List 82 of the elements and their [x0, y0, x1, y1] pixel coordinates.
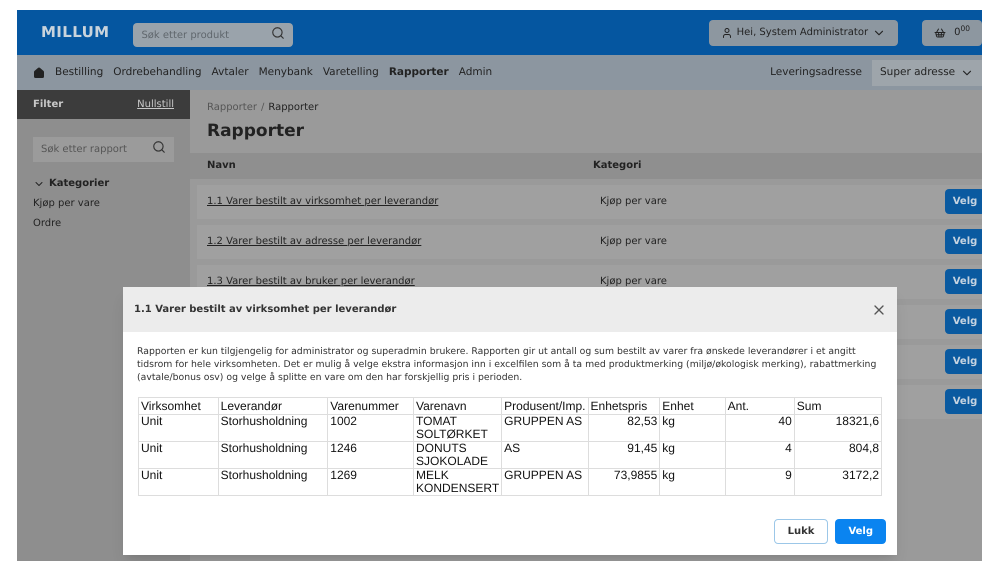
nav-link[interactable]: Rapporter: [388, 64, 449, 80]
select-button[interactable]: Velg: [945, 269, 982, 294]
table-column-header: Enhet: [660, 398, 726, 414]
user-icon: [720, 26, 733, 38]
basket-icon: [934, 26, 946, 38]
table-cell: Unit: [138, 442, 218, 468]
table-cell: kg: [660, 414, 726, 442]
table-cell: 4: [725, 442, 794, 468]
table-cell: 18321,6: [794, 414, 882, 442]
delivery-select[interactable]: Super adresse: [872, 60, 982, 86]
category-toggle[interactable]: Kategorier: [33, 176, 110, 191]
table-cell: 91,45: [588, 442, 660, 468]
nav-link[interactable]: Ordrebehandling: [113, 64, 202, 80]
report-link[interactable]: 1.2 Varer bestilt av adresse per leverandør: [207, 236, 422, 247]
column-header: Kategori: [593, 159, 642, 173]
table-cell: 1002: [328, 414, 414, 442]
table-cell: Unit: [138, 414, 218, 442]
table-cell: 1246: [328, 442, 414, 468]
nav-link[interactable]: Menybank: [258, 64, 313, 80]
search-field[interactable]: Søk etter produkt: [133, 23, 294, 47]
table-column-header: Varenummer: [328, 398, 414, 414]
category-item[interactable]: Kjøp per vare: [33, 196, 174, 211]
breadcrumb-separator: /: [260, 102, 264, 113]
table-cell: 1269: [328, 468, 414, 496]
filter-title: Filter: [33, 98, 64, 112]
category-cell: Kjøp per vare: [600, 276, 667, 287]
category-item[interactable]: Ordre: [33, 216, 174, 231]
report-search-field[interactable]: Søk etter rapport: [33, 137, 174, 162]
select-button[interactable]: Velg: [835, 519, 886, 544]
table-column-header: Produsent/Imp.: [502, 398, 588, 414]
table-column-header: Leverandør: [218, 398, 328, 414]
report-link[interactable]: 1.3 Varer bestilt av bruker per leverandør: [207, 276, 415, 287]
logo[interactable]: MILLUM: [41, 21, 110, 44]
nav-link[interactable]: Admin: [458, 64, 492, 80]
table-cell: kg: [660, 442, 726, 468]
reset-link[interactable]: Nullstill: [137, 97, 174, 112]
table-cell: kg: [660, 468, 726, 496]
breadcrumb-current: Rapporter: [268, 102, 318, 113]
dialog-title: 1.1 Varer bestilt av virksomhet per leverandør: [134, 303, 396, 317]
table-column-header: Sum: [794, 398, 882, 414]
search-icon: [271, 26, 286, 40]
table-cell: TOMAT SOLTØRKET: [414, 414, 502, 442]
breadcrumb-link[interactable]: Rapporter: [207, 102, 257, 113]
dialog-description: Rapporten er kun tilgjengelig for administrator og superadmin brukere. Rapporten gir ut antall og sum bestilt av varer fra ønskede leverandører i et angitt tidsrom for hele virksomheten. Det er mulig å velge ekstra informasjon inn i excelfilen som å ta med produktmerking (miljø/økologisk merking), rabattmerking (avtale/bonus osv) og velge å splitte en vare om den har forskjellig pris i perioden.: [136, 345, 878, 384]
table-cell: GRUPPEN AS: [502, 468, 588, 496]
page-title: Rapporter: [206, 120, 306, 143]
table-column-header: Virksomhet: [138, 398, 218, 414]
select-button[interactable]: Velg: [945, 309, 982, 334]
table-column-header: Varenavn: [414, 398, 502, 414]
table-cell: 3172,2: [794, 468, 882, 496]
category-cell: Kjøp per vare: [600, 196, 667, 207]
nav-link[interactable]: Bestilling: [55, 64, 104, 80]
column-header: Navn: [206, 159, 237, 173]
select-button[interactable]: Velg: [945, 189, 982, 214]
table-cell: DONUTS SJOKOLADE: [414, 442, 502, 468]
select-button[interactable]: Velg: [945, 349, 982, 374]
close-button[interactable]: Lukk: [774, 519, 828, 544]
table-cell: MELK KONDENSERT: [414, 468, 502, 496]
table-column-header: Enhetspris: [588, 398, 660, 414]
category-cell: Kjøp per vare: [600, 236, 667, 247]
nav-link[interactable]: Varetelling: [322, 64, 379, 80]
table-cell: 73,9855: [588, 468, 660, 496]
home-icon[interactable]: [33, 66, 45, 78]
nav-link[interactable]: Avtaler: [212, 64, 249, 80]
table-cell: Storhusholdning: [218, 442, 328, 468]
search-icon: [152, 140, 166, 154]
table-cell: GRUPPEN AS: [502, 414, 588, 442]
select-button[interactable]: Velg: [945, 229, 982, 254]
table-cell: Unit: [138, 468, 218, 496]
delivery-label: Leveringsadresse: [770, 64, 862, 80]
table-cell: Storhusholdning: [218, 468, 328, 496]
table-column-header: Ant.: [725, 398, 794, 414]
cart-button[interactable]: 0$^{00}$: [922, 20, 982, 46]
table-cell: 804,8: [794, 442, 882, 468]
table-cell: Storhusholdning: [218, 414, 328, 442]
report-link[interactable]: 1.1 Varer bestilt av virksomhet per leverandør: [207, 196, 438, 207]
table-cell: AS: [502, 442, 588, 468]
user-menu-button[interactable]: Hei, System Administrator: [708, 20, 898, 46]
table-cell: 82,53: [588, 414, 660, 442]
table-cell: 9: [725, 468, 794, 496]
select-button[interactable]: Velg: [945, 389, 982, 414]
table-cell: 40: [725, 414, 794, 442]
